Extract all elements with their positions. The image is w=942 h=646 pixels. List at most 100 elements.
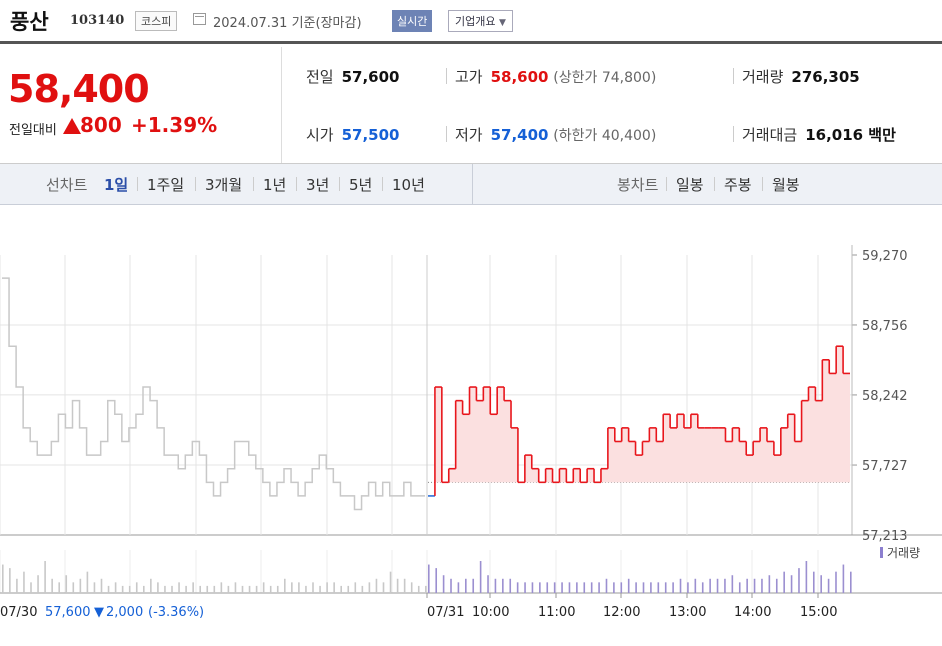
period-tab-1w[interactable]: 1주일 xyxy=(147,174,184,195)
volume-bar xyxy=(30,582,32,593)
volume-bar xyxy=(783,571,785,593)
volume-bar xyxy=(465,578,467,593)
volume-bar xyxy=(44,561,46,593)
y-tick-label: 57,727 xyxy=(862,459,908,474)
divider xyxy=(472,164,473,204)
stat-amount: 거래대금 16,016 백만 xyxy=(742,124,896,145)
volume-bar xyxy=(450,578,452,593)
x-tick-label: 10:00 xyxy=(472,605,509,620)
volume-bar xyxy=(531,582,534,593)
volume-bar xyxy=(199,585,201,593)
volume-bar xyxy=(457,582,460,593)
volume-bar xyxy=(842,564,845,593)
x-tick-label: 14:00 xyxy=(734,605,771,620)
candle-chart-label: 봉차트 xyxy=(617,176,659,194)
volume-bar xyxy=(768,575,771,593)
volume-bar xyxy=(375,578,378,593)
volume-bar xyxy=(192,582,194,593)
volume-bar xyxy=(716,578,719,593)
volume-bar xyxy=(435,568,438,593)
volume-bar xyxy=(850,571,852,593)
x-tick-label: 13:00 xyxy=(669,605,706,620)
volume-bar xyxy=(319,585,321,593)
diff-label: 전일대비 xyxy=(9,123,57,138)
quote-basis: 기준(장마감) xyxy=(291,16,362,31)
volume-bar xyxy=(425,585,427,593)
prev-day-date: 07/30 xyxy=(0,605,37,620)
prev-day-change: 2,000 xyxy=(106,605,143,620)
volume-bar xyxy=(479,561,482,593)
stat-high-value: 58,600 xyxy=(490,68,549,86)
divider xyxy=(733,68,734,84)
volume-bar xyxy=(494,578,497,593)
volume-bar xyxy=(583,582,586,593)
stat-prev-value: 57,600 xyxy=(341,68,400,86)
divider xyxy=(714,177,715,191)
volume-bar xyxy=(93,582,96,593)
period-tab-10y[interactable]: 10년 xyxy=(392,174,425,195)
quote-summary: 58,400 전일대비 800 +1.39% 전일 57,600 시가 57,500… xyxy=(0,47,942,164)
volume-bar xyxy=(255,585,258,593)
volume-bar xyxy=(164,585,166,593)
volume-bar xyxy=(79,578,82,593)
volume-bar xyxy=(650,582,652,593)
company-overview-button[interactable]: 기업개요 ▼ xyxy=(448,10,513,32)
period-tab-3m[interactable]: 3개월 xyxy=(205,174,242,195)
volume-bar xyxy=(86,571,89,593)
stat-high-label: 고가 xyxy=(455,68,483,86)
volume-bar xyxy=(382,582,385,593)
volume-bar xyxy=(185,585,187,593)
candle-tab-monthly[interactable]: 월봉 xyxy=(772,174,800,195)
candle-tab-weekly[interactable]: 주봉 xyxy=(724,174,752,195)
volume-bar xyxy=(72,582,75,593)
realtime-button[interactable]: 실시간 xyxy=(392,10,433,32)
y-tick-label: 59,270 xyxy=(862,249,908,264)
stat-amount-value: 16,016 백만 xyxy=(805,126,896,144)
divider xyxy=(253,177,254,191)
volume-bar xyxy=(291,582,293,593)
volume-bar xyxy=(333,582,335,593)
divider xyxy=(195,177,196,191)
period-tab-1y[interactable]: 1년 xyxy=(263,174,286,195)
stat-low: 저가 57,400 (하한가 40,400) xyxy=(455,124,656,145)
volume-bar xyxy=(561,582,563,593)
volume-bar xyxy=(100,578,103,593)
stat-low-label: 저가 xyxy=(455,126,483,144)
volume-bar xyxy=(368,582,371,593)
stat-open-label: 시가 xyxy=(306,126,334,144)
stat-open-value: 57,500 xyxy=(341,126,400,144)
volume-bar xyxy=(790,575,793,593)
volume-bar xyxy=(746,578,748,593)
volume-bar xyxy=(805,561,808,593)
volume-bar xyxy=(58,582,60,593)
intraday-price-chart: 59,270 58,756 58,242 57,727 57,213 거래량 07/31… xyxy=(0,245,942,620)
stat-volume: 거래량 276,305 xyxy=(742,66,860,87)
period-tab-5y[interactable]: 5년 xyxy=(349,174,372,195)
volume-bar xyxy=(827,578,830,593)
volume-bar xyxy=(396,578,399,593)
x-tick-label: 07/31 xyxy=(427,605,464,620)
volume-bar xyxy=(472,578,475,593)
volume-bar xyxy=(23,571,25,593)
volume-bar xyxy=(51,578,53,593)
volume-bar xyxy=(241,585,244,593)
volume-bar xyxy=(657,582,660,593)
x-tick-label: 15:00 xyxy=(800,605,837,620)
volume-legend-label: 거래량 xyxy=(887,546,920,560)
current-price-panel: 58,400 전일대비 800 +1.39% xyxy=(0,47,282,163)
volume-bar xyxy=(775,578,778,593)
volume-bar xyxy=(812,571,815,593)
volume-bar xyxy=(157,582,159,593)
candle-tab-daily[interactable]: 일봉 xyxy=(676,174,704,195)
volume-bar xyxy=(709,578,711,593)
volume-bar xyxy=(178,582,180,593)
volume-bar xyxy=(724,578,726,593)
period-tab-1d[interactable]: 1일 xyxy=(104,174,128,195)
volume-bar xyxy=(761,578,763,593)
volume-bar xyxy=(613,582,615,593)
volume-bar xyxy=(694,578,697,593)
period-tab-3y[interactable]: 3년 xyxy=(306,174,329,195)
volume-bar xyxy=(820,575,822,593)
volume-bar xyxy=(524,582,526,593)
volume-bar xyxy=(213,585,216,593)
